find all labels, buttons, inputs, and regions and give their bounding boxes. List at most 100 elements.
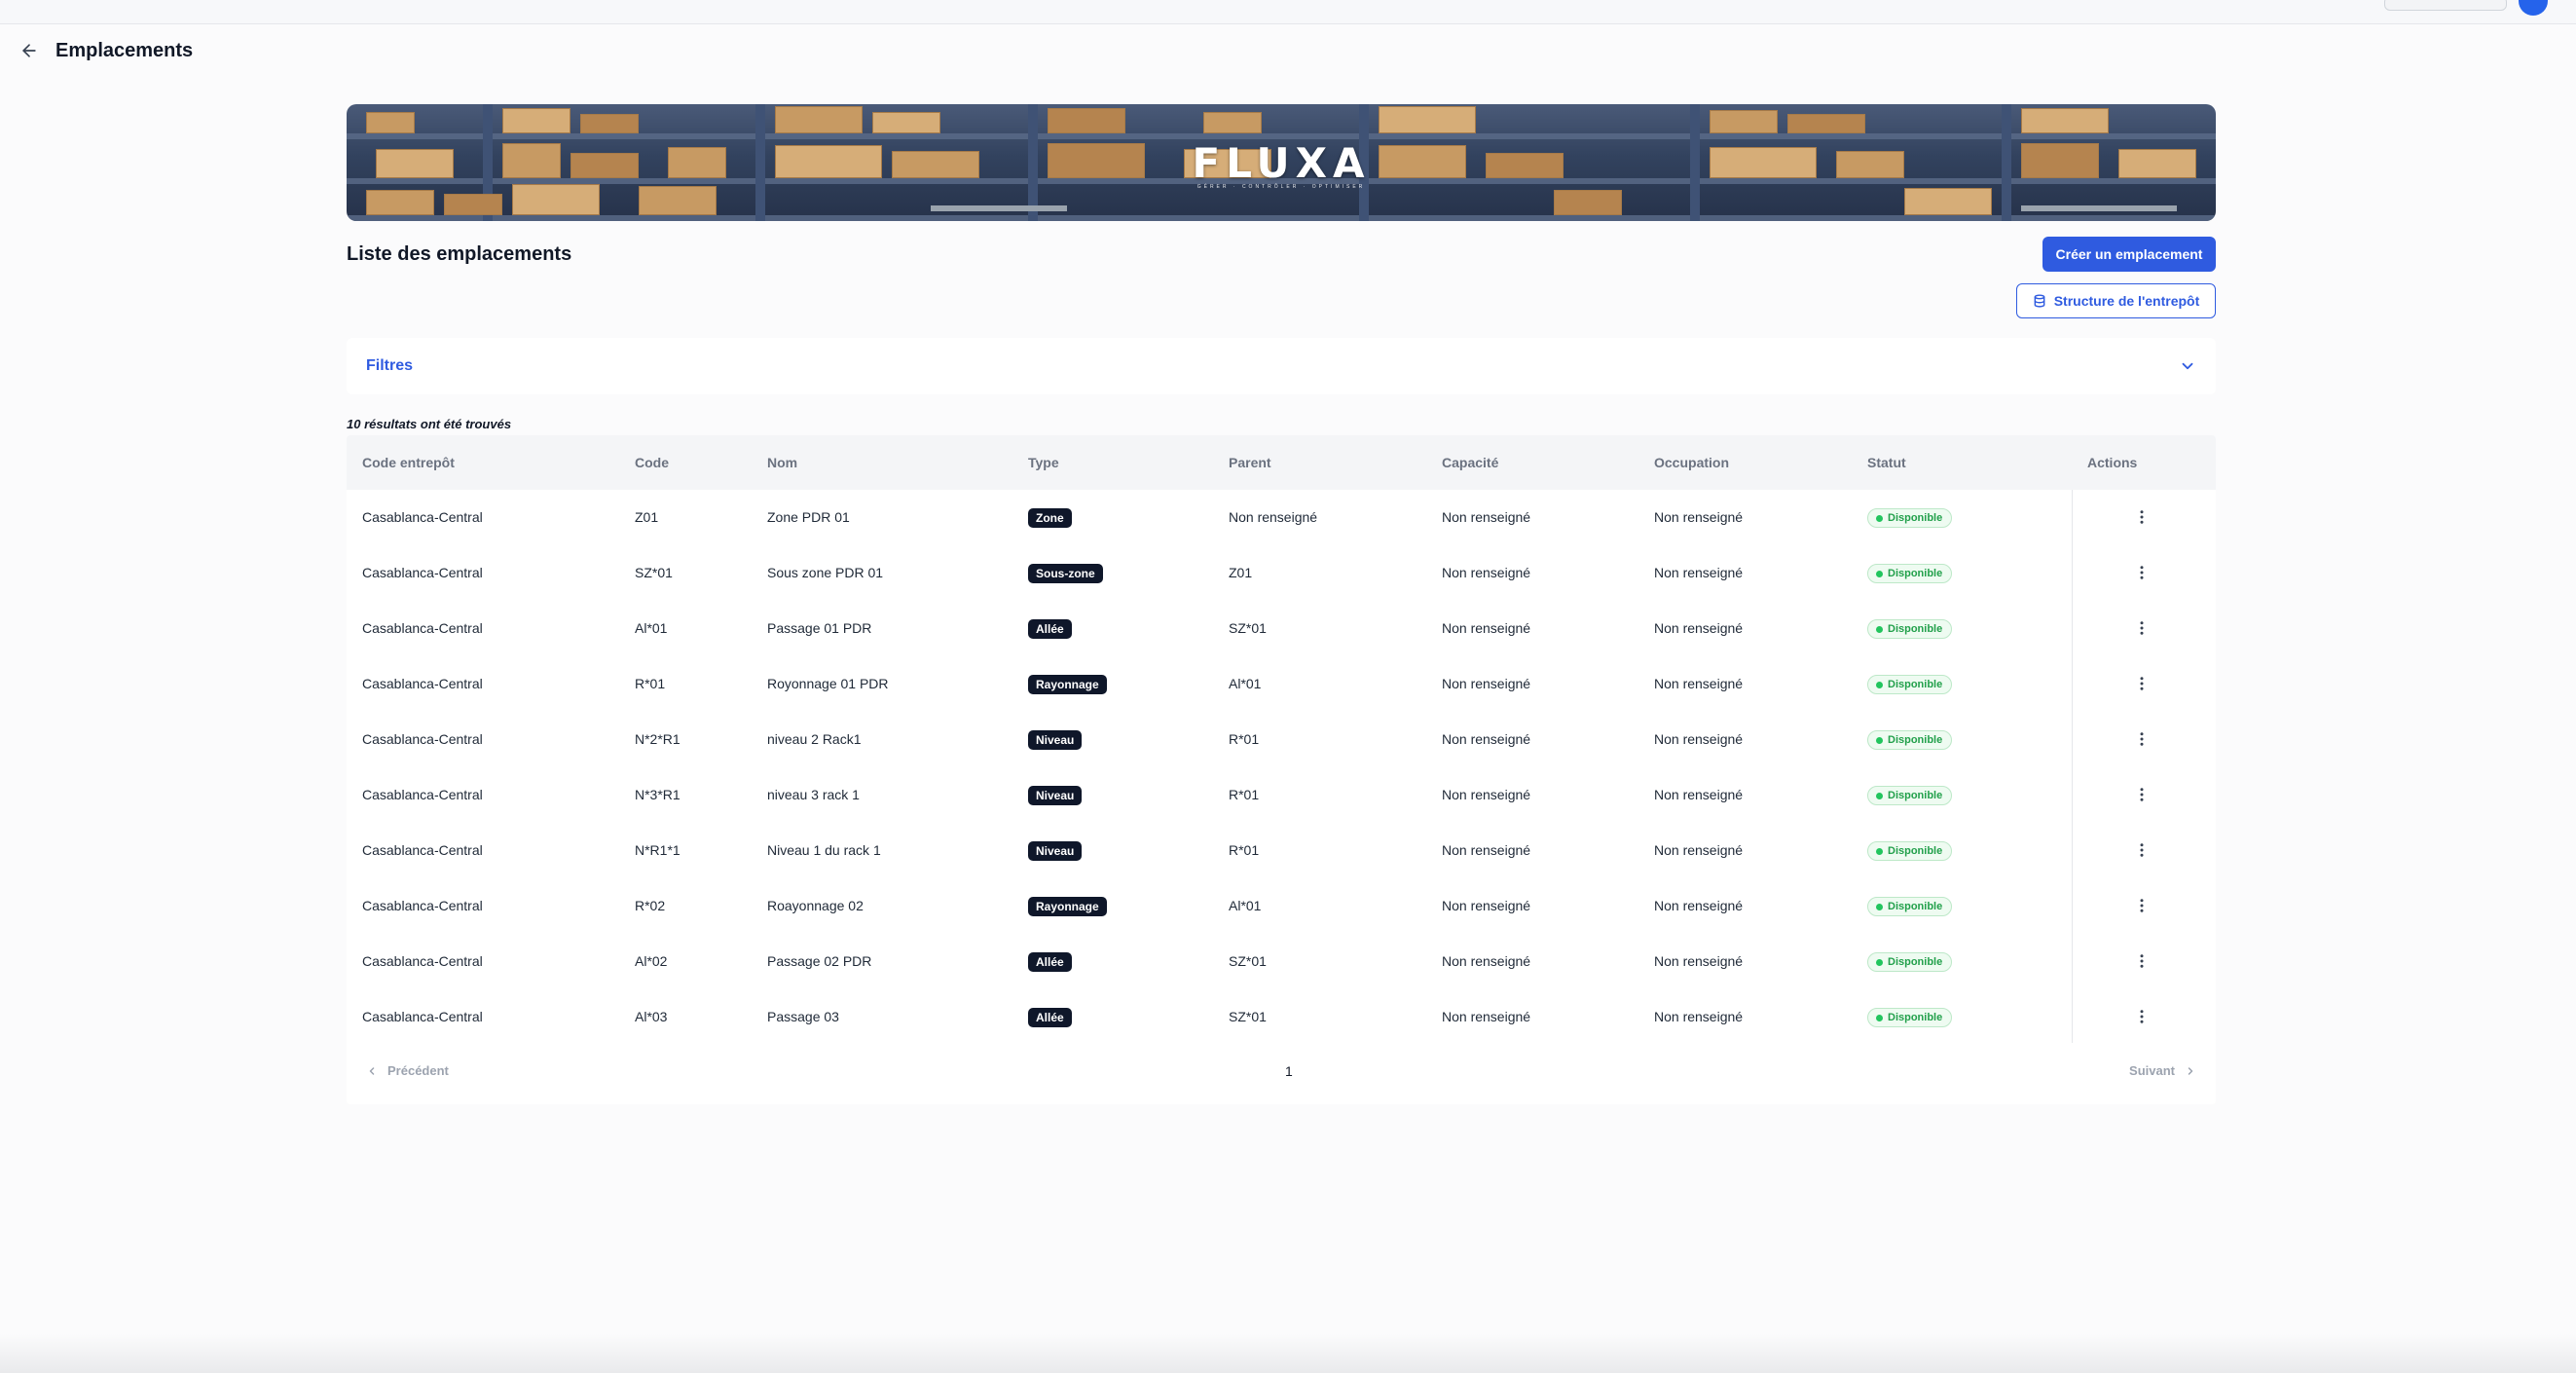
table-row[interactable]: Casablanca-Central SZ*01 Sous zone PDR 01 S… <box>347 545 2216 600</box>
cell-parent: SZ*01 <box>1229 620 1267 636</box>
row-actions-button[interactable] <box>2128 670 2155 697</box>
bottom-edge-shade <box>0 1334 2576 1373</box>
row-actions-button[interactable] <box>2128 725 2155 753</box>
warehouse-structure-button[interactable]: Structure de l'entrepôt <box>2016 283 2216 318</box>
fluxa-logo: FLUXA <box>1192 139 1371 187</box>
cell-capacity: Non renseigné <box>1442 1009 1531 1024</box>
status-dot-icon <box>1876 625 1883 633</box>
table-row[interactable]: Casablanca-Central Z01 Zone PDR 01 Zone Non … <box>347 490 2216 544</box>
row-actions-button[interactable] <box>2128 781 2155 808</box>
column-header[interactable]: Type <box>1028 435 1059 490</box>
cell-capacity: Non renseigné <box>1442 787 1531 802</box>
column-header[interactable]: Code <box>635 435 669 490</box>
table-row[interactable]: Casablanca-Central Al*03 Passage 03 Allée SZ… <box>347 989 2216 1044</box>
filters-panel-toggle[interactable]: Filtres <box>347 338 2216 394</box>
next-page-button[interactable]: Suivant <box>2129 1057 2196 1086</box>
cell-name: Royonnage 01 PDR <box>767 676 889 691</box>
cell-occupation: Non renseigné <box>1654 565 1744 580</box>
cell-warehouse-code: Casablanca-Central <box>362 509 483 525</box>
pagination: Précédent 1 Suivant <box>347 1057 2216 1086</box>
cell-name: niveau 3 rack 1 <box>767 787 860 802</box>
cell-occupation: Non renseigné <box>1654 953 1744 969</box>
table-row[interactable]: Casablanca-Central Al*02 Passage 02 PDR All… <box>347 934 2216 988</box>
more-vertical-icon <box>2140 954 2144 968</box>
row-actions-button[interactable] <box>2128 892 2155 919</box>
status-badge: Disponible <box>1867 786 1953 805</box>
type-badge: Allée <box>1028 619 1072 639</box>
cell-occupation: Non renseigné <box>1654 1009 1744 1024</box>
avatar[interactable] <box>2519 0 2548 16</box>
create-location-button[interactable]: Créer un emplacement <box>2042 237 2216 272</box>
more-vertical-icon <box>2140 843 2144 857</box>
cell-code: N*R1*1 <box>635 842 681 858</box>
cell-warehouse-code: Casablanca-Central <box>362 676 483 691</box>
table-row[interactable]: Casablanca-Central N*R1*1 Niveau 1 du rack… <box>347 823 2216 877</box>
table-row[interactable]: Casablanca-Central Al*01 Passage 01 PDR All… <box>347 601 2216 655</box>
column-header: Actions <box>2087 455 2138 470</box>
status-dot-icon <box>1876 847 1883 855</box>
cell-occupation: Non renseigné <box>1654 898 1744 913</box>
cell-name: Passage 02 PDR <box>767 953 872 969</box>
status-badge: Disponible <box>1867 508 1953 528</box>
column-header[interactable]: Nom <box>767 435 797 490</box>
status-badge: Disponible <box>1867 952 1953 972</box>
cell-capacity: Non renseigné <box>1442 842 1531 858</box>
cell-name: Niveau 1 du rack 1 <box>767 842 881 858</box>
chevron-right-icon <box>2188 1067 2193 1075</box>
chevron-down-icon[interactable] <box>2179 357 2196 375</box>
table-row[interactable]: Casablanca-Central N*3*R1 niveau 3 rack 1 N… <box>347 767 2216 822</box>
status-label: Disponible <box>1888 956 1943 968</box>
previous-page-button[interactable]: Précédent <box>366 1057 449 1086</box>
database-icon <box>2034 294 2045 308</box>
cell-warehouse-code: Casablanca-Central <box>362 953 483 969</box>
status-dot-icon <box>1876 570 1883 577</box>
top-bar-button[interactable] <box>2384 0 2507 11</box>
cell-occupation: Non renseigné <box>1654 620 1744 636</box>
back-button[interactable] <box>18 39 41 62</box>
row-actions-button[interactable] <box>2128 559 2155 586</box>
type-badge: Niveau <box>1028 841 1083 861</box>
type-badge: Zone <box>1028 508 1072 528</box>
warehouse-structure-label: Structure de l'entrepôt <box>2053 293 2200 309</box>
table-row[interactable]: Casablanca-Central N*2*R1 niveau 2 Rack1 Ni… <box>347 712 2216 766</box>
row-actions-button[interactable] <box>2128 836 2155 864</box>
cell-capacity: Non renseigné <box>1442 509 1531 525</box>
status-label: Disponible <box>1888 734 1943 746</box>
type-badge: Allée <box>1028 1008 1072 1027</box>
status-label: Disponible <box>1888 512 1943 524</box>
status-badge: Disponible <box>1867 564 1953 583</box>
row-actions-button[interactable] <box>2128 1003 2155 1030</box>
cell-name: Roayonnage 02 <box>767 898 864 913</box>
column-header[interactable]: Parent <box>1229 435 1271 490</box>
cell-warehouse-code: Casablanca-Central <box>362 842 483 858</box>
type-badge: Rayonnage <box>1028 897 1107 916</box>
column-header[interactable]: Code entrepôt <box>362 435 455 490</box>
cell-name: Sous zone PDR 01 <box>767 565 884 580</box>
cell-code: Al*01 <box>635 620 668 636</box>
fluxa-logo-tagline: GÉRER · CONTRÔLER · OPTIMISER <box>1196 184 1366 190</box>
status-label: Disponible <box>1888 845 1943 857</box>
table-row[interactable]: Casablanca-Central R*02 Roayonnage 02 Rayon… <box>347 878 2216 933</box>
current-page-number[interactable]: 1 <box>1285 1057 1293 1086</box>
status-dot-icon <box>1876 514 1883 522</box>
cell-code: Z01 <box>635 509 659 525</box>
row-actions-button[interactable] <box>2128 947 2155 975</box>
cell-warehouse-code: Casablanca-Central <box>362 1009 483 1024</box>
status-label: Disponible <box>1888 623 1943 635</box>
status-badge: Disponible <box>1867 841 1953 861</box>
column-header[interactable]: Capacité <box>1442 435 1498 490</box>
cell-warehouse-code: Casablanca-Central <box>362 787 483 802</box>
cell-capacity: Non renseigné <box>1442 565 1531 580</box>
table-header: Code entrepôt Code Nom Type Parent Capac… <box>347 435 2216 490</box>
cell-capacity: Non renseigné <box>1442 676 1531 691</box>
status-badge: Disponible <box>1867 897 1953 916</box>
cell-parent: R*01 <box>1229 731 1260 747</box>
column-header[interactable]: Statut <box>1867 435 1906 490</box>
chevron-left-icon <box>369 1067 375 1075</box>
row-actions-button[interactable] <box>2128 503 2155 531</box>
table-row[interactable]: Casablanca-Central R*01 Royonnage 01 PDR Ra… <box>347 656 2216 711</box>
cell-parent: Al*01 <box>1229 676 1262 691</box>
column-header[interactable]: Occupation <box>1654 435 1729 490</box>
row-actions-button[interactable] <box>2128 614 2155 642</box>
actions-column-divider <box>2072 490 2073 1043</box>
